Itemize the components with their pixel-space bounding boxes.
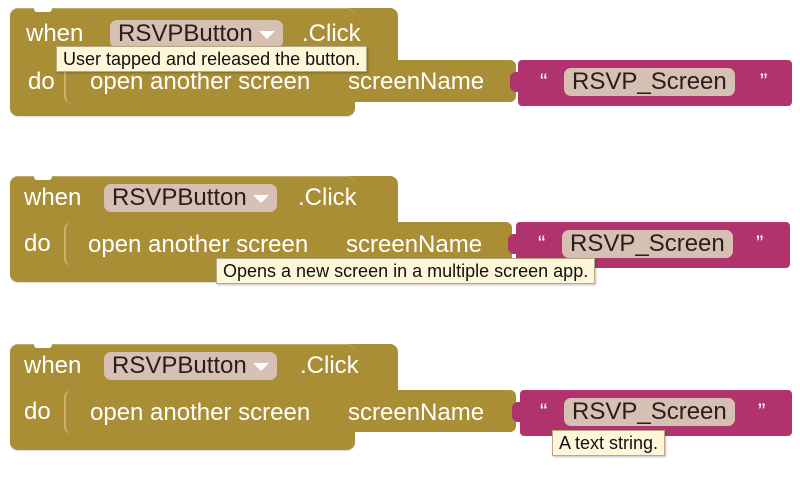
param-label: screenName — [348, 399, 485, 426]
do-keyword: do — [24, 398, 51, 425]
tooltip: A text string. — [552, 430, 666, 456]
input-connector — [508, 234, 520, 254]
block-notch — [34, 8, 52, 12]
block-stack-3: when RSVPButton .Click do open another s… — [0, 344, 800, 499]
param-label: screenName — [348, 68, 485, 95]
chevron-down-icon — [252, 195, 269, 203]
block-notch — [34, 176, 52, 180]
component-name: RSVPButton — [112, 184, 247, 211]
close-quote: ” — [758, 399, 766, 424]
when-keyword: when — [24, 184, 82, 211]
input-connector — [510, 72, 522, 92]
when-keyword: when — [24, 352, 82, 379]
block-notch — [34, 344, 52, 348]
event-name: .Click — [300, 352, 359, 379]
component-name: RSVPButton — [112, 352, 247, 379]
open-quote: “ — [540, 399, 548, 424]
tooltip: User tapped and released the button. — [56, 46, 368, 72]
component-dropdown[interactable]: RSVPButton — [104, 352, 277, 380]
text-value: RSVP_Screen — [572, 68, 727, 95]
do-keyword: do — [28, 68, 55, 95]
text-value: RSVP_Screen — [572, 398, 727, 425]
tooltip: Opens a new screen in a multiple screen … — [216, 258, 596, 284]
open-quote: “ — [538, 231, 546, 256]
input-connector — [512, 402, 524, 422]
chevron-down-icon — [252, 363, 269, 371]
event-name: .Click — [302, 20, 361, 47]
close-quote: ” — [756, 231, 764, 256]
component-dropdown[interactable]: RSVPButton — [104, 184, 277, 212]
text-value-field[interactable]: RSVP_Screen — [564, 398, 735, 426]
open-quote: “ — [540, 69, 548, 94]
close-quote: ” — [760, 69, 768, 94]
procedure-label: open another screen — [90, 68, 311, 95]
text-value: RSVP_Screen — [570, 230, 725, 257]
chevron-down-icon — [258, 31, 275, 39]
do-keyword: do — [24, 230, 51, 257]
block-stack-1: when RSVPButton .Click do open another s… — [0, 8, 800, 163]
component-dropdown[interactable]: RSVPButton — [110, 20, 283, 48]
param-label: screenName — [346, 231, 483, 258]
procedure-label: open another screen — [88, 231, 309, 258]
block-stack-2: when RSVPButton .Click do open another s… — [0, 176, 800, 331]
component-name: RSVPButton — [118, 20, 253, 47]
procedure-label: open another screen — [90, 399, 311, 426]
event-name: .Click — [298, 184, 357, 211]
text-value-field[interactable]: RSVP_Screen — [564, 68, 735, 96]
text-value-field[interactable]: RSVP_Screen — [562, 230, 733, 258]
when-keyword: when — [26, 20, 84, 47]
